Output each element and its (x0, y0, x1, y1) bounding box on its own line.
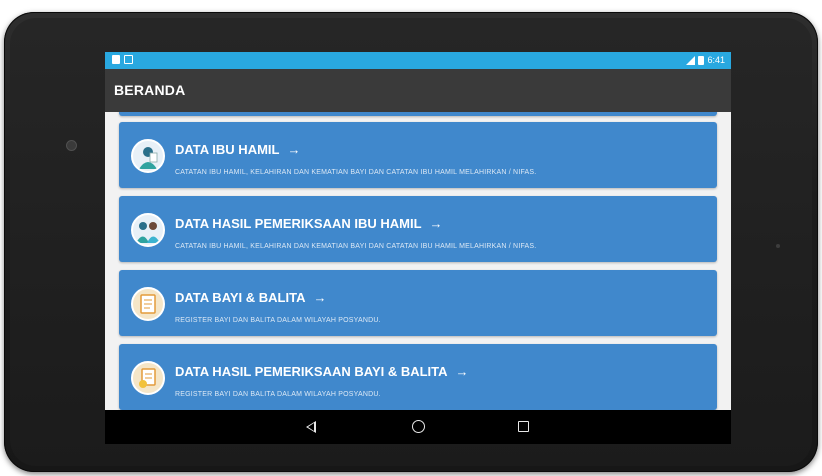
navigation-bar (105, 410, 731, 444)
card-data-hasil-pemeriksaan-ibu-hamil[interactable]: DATA HASIL PEMERIKSAAN IBU HAMIL → CATATA… (119, 196, 717, 262)
arrow-right-icon: → (287, 142, 301, 157)
arrow-right-icon: → (313, 290, 327, 305)
signal-icon (686, 55, 696, 65)
app-bar: BERANDA (105, 69, 731, 112)
battery-icon (698, 55, 705, 65)
card-title: DATA HASIL PEMERIKSAAN BAYI & BALITA → (175, 364, 469, 379)
card-description: CATATAN IBU HAMIL, KELAHIRAN DAN KEMATIA… (175, 169, 537, 176)
arrow-right-icon: → (455, 364, 469, 379)
notification-icon-2 (124, 55, 133, 64)
page-title: BERANDA (114, 82, 186, 98)
baby-register-icon (131, 287, 165, 321)
card-description: REGISTER BAYI DAN BALITA DALAM WILAYAH P… (175, 317, 381, 324)
card-title: DATA HASIL PEMERIKSAAN IBU HAMIL → (175, 216, 443, 231)
pregnant-mother-icon (131, 139, 165, 173)
back-icon[interactable] (306, 421, 316, 433)
card-description: CATATAN IBU HAMIL, KELAHIRAN DAN KEMATIA… (175, 243, 537, 250)
card-title: DATA IBU HAMIL → (175, 142, 301, 157)
card-title: DATA BAYI & BALITA → (175, 290, 327, 305)
notification-icon (112, 55, 120, 64)
sensor (776, 244, 780, 248)
front-camera (66, 140, 77, 151)
recent-apps-icon[interactable] (518, 421, 529, 432)
mother-checkup-icon (131, 213, 165, 247)
card-data-hasil-pemeriksaan-bayi-balita[interactable]: DATA HASIL PEMERIKSAAN BAYI & BALITA → RE… (119, 344, 717, 410)
baby-checkup-icon (131, 361, 165, 395)
card-data-ibu-hamil[interactable]: DATA IBU HAMIL → CATATAN IBU HAMIL, KELAH… (119, 122, 717, 188)
arrow-right-icon: → (429, 216, 443, 231)
card-description: REGISTER BAYI DAN BALITA DALAM WILAYAH P… (175, 391, 381, 398)
device-screen: 6:41 BERANDA DATA IBU HAMIL → CATATAN IBU… (105, 52, 731, 444)
card-data-bayi-balita[interactable]: DATA BAYI & BALITA → REGISTER BAYI DAN BA… (119, 270, 717, 336)
status-bar: 6:41 (105, 52, 731, 69)
card-partial[interactable] (119, 112, 717, 116)
home-icon[interactable] (412, 420, 425, 433)
main-content[interactable]: DATA IBU HAMIL → CATATAN IBU HAMIL, KELAH… (105, 112, 731, 410)
status-time: 6:41 (707, 55, 725, 65)
